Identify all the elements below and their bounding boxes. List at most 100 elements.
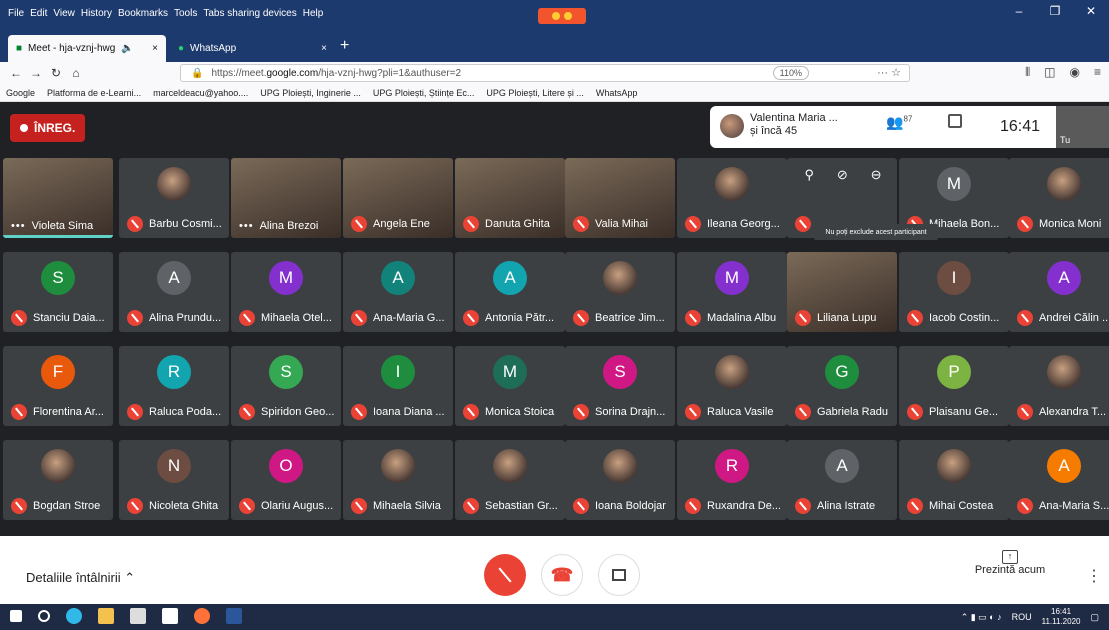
forward-button[interactable]: → [26, 66, 46, 80]
menu-history[interactable]: History [81, 8, 112, 19]
menu-tabs-sharing[interactable]: Tabs sharing devices [203, 8, 296, 19]
bookmark-item[interactable]: UPG Ploiești, Litere și ... [486, 88, 584, 98]
host-avatar [720, 114, 744, 138]
home-button[interactable]: ⌂ [66, 66, 86, 80]
menu-tools[interactable]: Tools [174, 8, 197, 19]
participant-tile[interactable]: Raluca Vasile [677, 346, 787, 426]
participant-tile[interactable]: S Spiridon Geo... [231, 346, 341, 426]
participant-tile[interactable]: S Sorina Drajn... [565, 346, 675, 426]
chat-icon[interactable] [948, 114, 962, 128]
bookmark-item[interactable]: Google [6, 88, 35, 98]
participant-tile[interactable]: N Nicoleta Ghita [119, 440, 229, 520]
language-indicator[interactable]: ROU [1012, 612, 1032, 622]
notifications-icon[interactable]: ▢ [1090, 612, 1099, 623]
pin-icon[interactable]: ⚲ [804, 167, 814, 183]
close-tab-icon[interactable]: × [152, 43, 158, 54]
menu-edit[interactable]: Edit [30, 8, 47, 19]
menu-view[interactable]: View [53, 8, 75, 19]
bookmark-item[interactable]: WhatsApp [596, 88, 638, 98]
participant-tile[interactable]: Sebastian Gr... [455, 440, 565, 520]
participant-tile[interactable]: M Mihaela Otel... [231, 252, 341, 332]
back-button[interactable]: ← [6, 66, 26, 80]
participant-tile[interactable]: A Alina Prundu... [119, 252, 229, 332]
minimize-button[interactable]: – [1001, 4, 1037, 18]
new-tab-button[interactable]: + [340, 37, 349, 55]
participant-tile[interactable]: ••• Alina Brezoi [231, 158, 341, 238]
mute-button[interactable] [484, 554, 526, 596]
participant-tile[interactable]: Barbu Cosmi... [119, 158, 229, 238]
sidebar-icon[interactable]: ◫ [1044, 65, 1055, 80]
mic-muted-icon [795, 310, 811, 326]
menu-file[interactable]: File [8, 8, 24, 19]
recording-button[interactable]: ÎNREG. [10, 114, 86, 142]
participant-tile[interactable]: P Plaisanu Ge... [899, 346, 1009, 426]
mail-icon[interactable] [162, 608, 178, 624]
remove-participant-icon[interactable]: ⊖ [871, 167, 882, 183]
file-explorer-icon[interactable] [98, 608, 114, 624]
taskbar-clock[interactable]: 16:41 11.11.2020 [1042, 607, 1081, 627]
menu-bookmarks[interactable]: Bookmarks [118, 8, 168, 19]
tray-icons[interactable]: ⌃ ▮ ▭ ◐ ♪ [961, 612, 1002, 623]
participant-tile[interactable]: Angela Ene [343, 158, 453, 238]
participant-tile[interactable]: A Ana-Maria G... [343, 252, 453, 332]
participant-tile[interactable]: Monica Moni [1009, 158, 1109, 238]
mute-participant-icon[interactable]: ⊘ [837, 167, 848, 183]
present-now-button[interactable]: ↑ Prezintă acum [970, 550, 1050, 576]
participant-tile[interactable]: F Florentina Ar... [3, 346, 113, 426]
participant-tile[interactable]: S Stanciu Daia... [3, 252, 113, 332]
zoom-indicator[interactable]: 110% [772, 66, 809, 80]
tab-meet[interactable]: ■ Meet - hja-vznj-hwg 🔈 × [8, 35, 166, 62]
participant-tile[interactable]: A Alina Istrate [787, 440, 897, 520]
hang-up-button[interactable]: ☎ [541, 554, 583, 596]
library-icon[interactable]: ⫴ [1025, 65, 1030, 80]
meeting-details-button[interactable]: Detaliile întâlnirii ⌃ [26, 570, 135, 586]
windows-start-icon[interactable] [10, 610, 22, 622]
firefox-icon[interactable] [194, 608, 210, 624]
participant-tile[interactable]: R Raluca Poda... [119, 346, 229, 426]
bookmark-item[interactable]: marceldeacu@yahoo.... [153, 88, 248, 98]
sharing-indicator[interactable] [538, 8, 586, 24]
url-bar[interactable]: 🔒 https://meet. google.com/hja-vznj-hwg?p… [180, 64, 910, 82]
close-tab-icon[interactable]: × [321, 43, 327, 54]
account-icon[interactable]: ◉ [1070, 65, 1080, 80]
participant-tile[interactable]: Bogdan Stroe [3, 440, 113, 520]
bookmark-item[interactable]: UPG Ploiești, Inginerie ... [260, 88, 361, 98]
search-icon[interactable] [38, 610, 50, 622]
word-icon[interactable] [226, 608, 242, 624]
participant-tile[interactable]: I Iacob Costin... [899, 252, 1009, 332]
participant-tile[interactable]: O Olariu Augus... [231, 440, 341, 520]
participant-tile[interactable]: Valia Mihai [565, 158, 675, 238]
bookmark-star-icon[interactable]: ··· ☆ [877, 66, 901, 79]
bookmark-item[interactable]: UPG Ploiești, Științe Ec... [373, 88, 475, 98]
participant-tile[interactable]: Ioana Boldojar [565, 440, 675, 520]
restore-button[interactable]: ❐ [1037, 4, 1073, 18]
participant-tile[interactable]: Liliana Lupu [787, 252, 897, 332]
participant-tile[interactable]: M Monica Stoica [455, 346, 565, 426]
bookmark-item[interactable]: Platforma de e-Learni... [47, 88, 141, 98]
participant-tile[interactable]: Ileana Georg... [677, 158, 787, 238]
more-options-icon[interactable]: ⋮ [1086, 566, 1102, 586]
camera-button[interactable] [598, 554, 640, 596]
people-button[interactable]: 👥87 [886, 114, 912, 131]
self-view-tile[interactable]: Tu [1056, 106, 1109, 148]
menu-icon[interactable]: ≡ [1094, 65, 1101, 80]
close-window-button[interactable]: ✕ [1073, 4, 1109, 18]
participant-tile[interactable]: M Madalina Albu [677, 252, 787, 332]
participant-tile[interactable]: A Antonia Pătr... [455, 252, 565, 332]
participant-tile[interactable]: ••• Violeta Sima [3, 158, 113, 238]
participant-tile[interactable]: A Ana-Maria S... [1009, 440, 1109, 520]
menu-help[interactable]: Help [303, 8, 324, 19]
participant-tile[interactable]: G Gabriela Radu [787, 346, 897, 426]
participant-tile[interactable]: R Ruxandra De... [677, 440, 787, 520]
participant-tile[interactable]: Beatrice Jim... [565, 252, 675, 332]
tab-whatsapp[interactable]: ● WhatsApp × [170, 35, 335, 62]
participant-tile[interactable]: Alexandra T... [1009, 346, 1109, 426]
store-icon[interactable] [130, 608, 146, 624]
edge-icon[interactable] [66, 608, 82, 624]
participant-tile[interactable]: Mihaela Silvia [343, 440, 453, 520]
participant-tile[interactable]: I Ioana Diana ... [343, 346, 453, 426]
participant-tile[interactable]: Mihai Costea [899, 440, 1009, 520]
participant-tile[interactable]: Danuta Ghita [455, 158, 565, 238]
participant-tile[interactable]: A Andrei Călin ... [1009, 252, 1109, 332]
reload-button[interactable]: ↻ [46, 66, 66, 80]
